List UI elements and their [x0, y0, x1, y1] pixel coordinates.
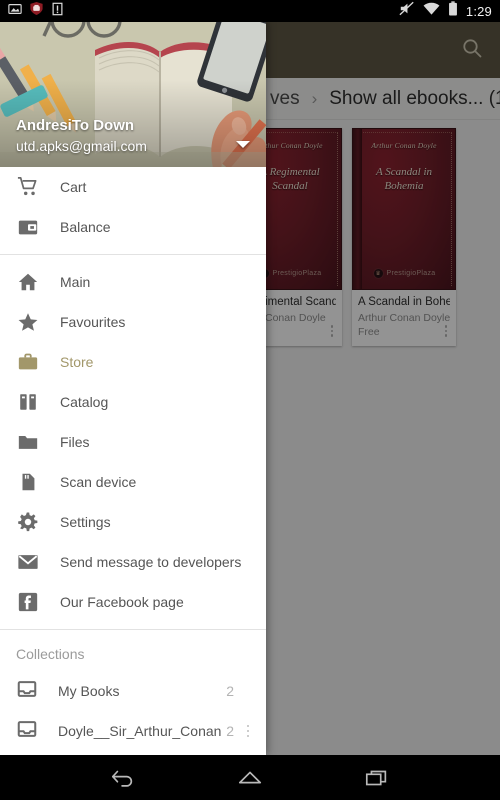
collection-count: 2 [226, 683, 234, 699]
collection-label: My Books [58, 683, 120, 699]
mail-icon [16, 550, 40, 574]
drawer-item-label: Favourites [60, 314, 126, 330]
drawer-item-label: Store [60, 354, 94, 370]
shield-badge-icon [29, 1, 44, 21]
navigation-drawer: AndresiTo Down utd.apks@gmail.com Cart Ba… [0, 22, 266, 755]
drawer-divider [0, 254, 266, 255]
drawer-divider [0, 629, 266, 630]
home-icon [16, 270, 40, 294]
collection-count: 2 [226, 723, 234, 739]
collection-item[interactable]: Doyle__Sir_Arthur_Conan 2 [0, 711, 266, 751]
image-icon [8, 2, 22, 21]
drawer-item-label: Balance [60, 219, 111, 235]
drawer-menu: Cart Balance Main Favourites Store Catalog Fil… [0, 167, 266, 755]
drawer-item-label: Cart [60, 179, 87, 195]
drawer-item-label: Catalog [60, 394, 109, 410]
volume-mute-icon [399, 1, 415, 21]
shopping-cart-icon [16, 175, 40, 199]
drawer-item-favourites[interactable]: Favourites [0, 302, 266, 342]
facebook-icon [16, 590, 40, 614]
drawer-header[interactable]: AndresiTo Down utd.apks@gmail.com [0, 22, 266, 167]
drawer-item-scan-device[interactable]: Scan device [0, 462, 266, 502]
books-icon [16, 390, 40, 414]
drawer-item-label: Files [60, 434, 90, 450]
drawer-item-cart[interactable]: Cart [0, 167, 266, 207]
folder-icon [16, 430, 40, 454]
alert-box-icon [51, 2, 64, 21]
collection-label: Doyle__Sir_Arthur_Conan [58, 723, 222, 739]
briefcase-icon [16, 350, 40, 374]
battery-full-icon [448, 1, 458, 21]
collections-section-title: Collections [16, 646, 85, 662]
recents-icon[interactable] [354, 763, 400, 793]
account-name: AndresiTo Down [16, 117, 135, 134]
gear-icon [16, 510, 40, 534]
drawer-item-label: Scan device [60, 474, 137, 490]
drawer-item-our-facebook-page[interactable]: Our Facebook page [0, 582, 266, 622]
drawer-item-label: Settings [60, 514, 111, 530]
status-bar-time: 1:29 [465, 3, 492, 19]
wifi-icon [423, 2, 440, 21]
account-email: utd.apks@gmail.com [16, 138, 147, 154]
drawer-item-files[interactable]: Files [0, 422, 266, 462]
home-icon[interactable] [227, 763, 273, 793]
system-navigation-bar [0, 755, 500, 800]
drawer-item-send-message-to-developers[interactable]: Send message to developers [0, 542, 266, 582]
drawer-item-catalog[interactable]: Catalog [0, 382, 266, 422]
drawer-item-settings[interactable]: Settings [0, 502, 266, 542]
back-icon[interactable] [100, 763, 146, 793]
overflow-menu-icon[interactable] [240, 722, 256, 740]
drawer-item-balance[interactable]: Balance [0, 207, 266, 247]
status-bar: 1:29 [0, 0, 500, 22]
collection-icon [16, 678, 38, 705]
star-icon [16, 310, 40, 334]
collection-icon [16, 718, 38, 745]
drawer-item-label: Send message to developers [60, 554, 242, 570]
drawer-item-label: Main [60, 274, 91, 290]
sd-card-icon [16, 470, 40, 494]
overflow-menu-icon [240, 682, 256, 700]
drawer-item-main[interactable]: Main [0, 262, 266, 302]
chevron-down-icon[interactable] [236, 141, 250, 148]
drawer-item-label: Our Facebook page [60, 594, 184, 610]
wallet-icon [16, 215, 40, 239]
drawer-item-store[interactable]: Store [0, 342, 266, 382]
collection-item[interactable]: My Books 2 [0, 671, 266, 711]
